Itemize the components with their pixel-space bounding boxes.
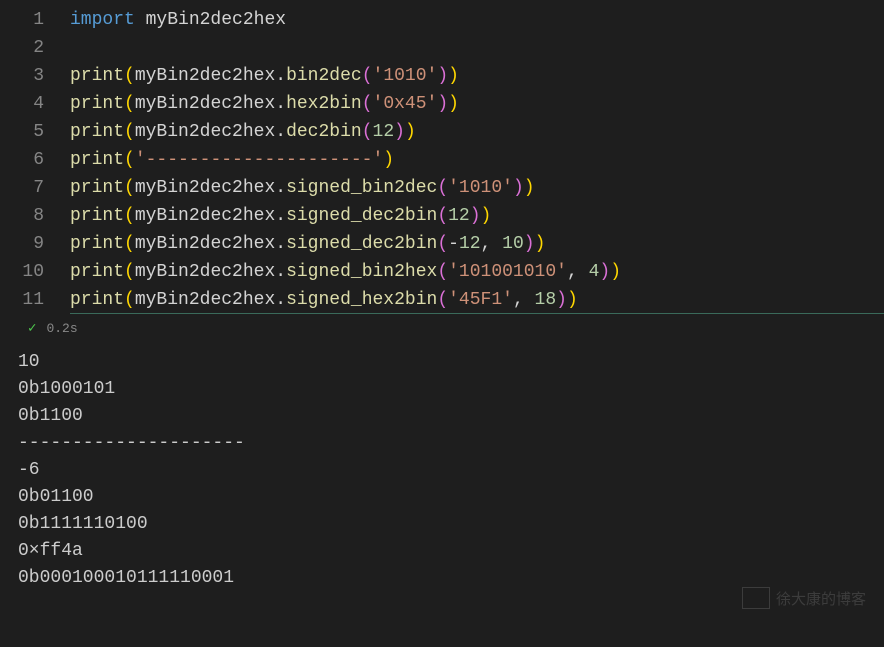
code-line[interactable]: 8print(myBin2dec2hex.signed_dec2bin(12)) bbox=[0, 202, 884, 230]
output-line: 0b1000101 bbox=[18, 376, 884, 403]
line-number: 9 bbox=[0, 230, 70, 258]
line-content[interactable]: print(myBin2dec2hex.signed_bin2dec('1010… bbox=[70, 174, 884, 202]
line-content[interactable]: print(myBin2dec2hex.dec2bin(12)) bbox=[70, 118, 884, 146]
code-line[interactable]: 9print(myBin2dec2hex.signed_dec2bin(-12,… bbox=[0, 230, 884, 258]
check-icon: ✓ bbox=[28, 320, 36, 337]
cell-status-bar: ✓ 0.2s bbox=[0, 314, 884, 345]
output-line: 0b1100 bbox=[18, 403, 884, 430]
output-line: -6 bbox=[18, 457, 884, 484]
code-line[interactable]: 10print(myBin2dec2hex.signed_bin2hex('10… bbox=[0, 258, 884, 286]
line-number: 10 bbox=[0, 258, 70, 286]
line-content[interactable]: print(myBin2dec2hex.signed_hex2bin('45F1… bbox=[70, 286, 884, 314]
output-panel: 100b10001010b1100----------------------6… bbox=[0, 345, 884, 592]
line-number: 3 bbox=[0, 62, 70, 90]
line-content[interactable]: print(myBin2dec2hex.signed_dec2bin(-12, … bbox=[70, 230, 884, 258]
code-line[interactable]: 5print(myBin2dec2hex.dec2bin(12)) bbox=[0, 118, 884, 146]
watermark: 徐大康的博客 bbox=[742, 587, 866, 609]
output-line: 0b1111110100 bbox=[18, 511, 884, 538]
output-line: 0×ff4a bbox=[18, 538, 884, 565]
line-content[interactable]: print(myBin2dec2hex.hex2bin('0x45')) bbox=[70, 90, 884, 118]
code-line[interactable]: 6print('---------------------') bbox=[0, 146, 884, 174]
code-line[interactable]: 7print(myBin2dec2hex.signed_bin2dec('101… bbox=[0, 174, 884, 202]
line-number: 5 bbox=[0, 118, 70, 146]
watermark-icon bbox=[742, 587, 770, 609]
code-line[interactable]: 2 bbox=[0, 34, 884, 62]
code-line[interactable]: 4print(myBin2dec2hex.hex2bin('0x45')) bbox=[0, 90, 884, 118]
line-content[interactable]: print(myBin2dec2hex.signed_dec2bin(12)) bbox=[70, 202, 884, 230]
line-number: 1 bbox=[0, 6, 70, 34]
line-number: 6 bbox=[0, 146, 70, 174]
line-number: 11 bbox=[0, 286, 70, 314]
code-editor[interactable]: 1import myBin2dec2hex23print(myBin2dec2h… bbox=[0, 0, 884, 314]
line-content[interactable]: print(myBin2dec2hex.signed_bin2hex('1010… bbox=[70, 258, 884, 286]
line-content[interactable]: print(myBin2dec2hex.bin2dec('1010')) bbox=[70, 62, 884, 90]
line-number: 8 bbox=[0, 202, 70, 230]
code-line[interactable]: 1import myBin2dec2hex bbox=[0, 6, 884, 34]
line-content[interactable]: import myBin2dec2hex bbox=[70, 6, 884, 34]
watermark-text: 徐大康的博客 bbox=[776, 588, 866, 609]
execution-time: 0.2s bbox=[46, 321, 77, 336]
output-line: 0b01100 bbox=[18, 484, 884, 511]
line-content[interactable]: print('---------------------') bbox=[70, 146, 884, 174]
output-line: --------------------- bbox=[18, 430, 884, 457]
output-line: 10 bbox=[18, 349, 884, 376]
line-number: 7 bbox=[0, 174, 70, 202]
code-line[interactable]: 3print(myBin2dec2hex.bin2dec('1010')) bbox=[0, 62, 884, 90]
code-line[interactable]: 11print(myBin2dec2hex.signed_hex2bin('45… bbox=[0, 286, 884, 314]
line-content[interactable] bbox=[70, 34, 884, 62]
line-number: 4 bbox=[0, 90, 70, 118]
line-number: 2 bbox=[0, 34, 70, 62]
